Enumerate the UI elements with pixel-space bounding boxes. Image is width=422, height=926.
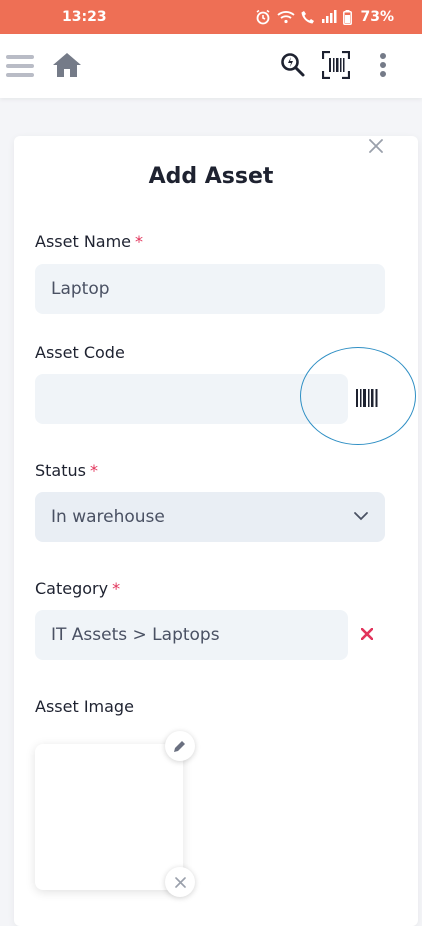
menu-icon[interactable]: [6, 52, 34, 80]
asset-image-label: Asset Image: [35, 697, 134, 716]
wifi-icon: [277, 10, 295, 28]
status-time: 13:23: [62, 9, 107, 25]
status-bar: 13:23 73%: [0, 0, 422, 34]
modal-title: Add Asset: [148, 164, 274, 189]
asset-name-label: Asset Name *: [35, 232, 143, 251]
call-icon: [301, 10, 315, 28]
signal-icon: [321, 10, 337, 28]
required-mark: *: [135, 232, 144, 251]
search-icon[interactable]: [280, 52, 306, 78]
status-icons: [255, 9, 352, 29]
asset-name-value: Laptop: [51, 279, 110, 299]
status-label-text: Status: [35, 461, 86, 480]
status-label: Status *: [35, 461, 98, 480]
more-vert-icon[interactable]: [374, 52, 392, 78]
barcode-icon[interactable]: [356, 388, 378, 408]
home-icon[interactable]: [52, 51, 82, 79]
chevron-down-icon: [353, 508, 369, 529]
category-label: Category *: [35, 579, 120, 598]
status-select[interactable]: In warehouse: [35, 492, 385, 542]
clear-category-icon[interactable]: [358, 625, 376, 643]
asset-name-input[interactable]: Laptop: [35, 264, 385, 314]
remove-image-icon[interactable]: [165, 867, 195, 897]
asset-name-label-text: Asset Name: [35, 232, 132, 251]
asset-code-label: Asset Code: [35, 343, 125, 362]
status-value: In warehouse: [51, 507, 165, 527]
pencil-icon[interactable]: [165, 731, 195, 761]
category-label-text: Category: [35, 579, 109, 598]
required-mark: *: [89, 461, 98, 480]
alarm-icon: [255, 9, 271, 29]
category-value: IT Assets > Laptops: [51, 625, 220, 645]
app-bar: [0, 34, 422, 98]
barcode-scan-icon[interactable]: [322, 51, 350, 79]
close-icon[interactable]: [366, 136, 386, 156]
required-mark: *: [112, 579, 121, 598]
category-input[interactable]: IT Assets > Laptops: [35, 610, 348, 660]
battery-icon: [343, 9, 352, 29]
battery-percent: 73%: [360, 9, 394, 25]
asset-image-dropzone[interactable]: [35, 744, 183, 890]
